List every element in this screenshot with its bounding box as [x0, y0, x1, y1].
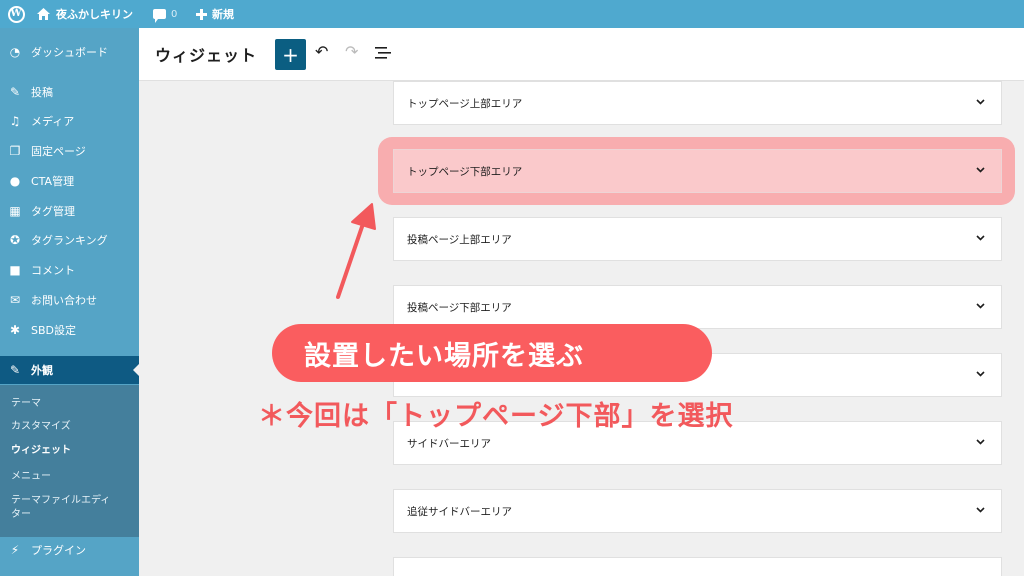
instruction-note: ＊今回は「トップページ下部」を選択: [258, 401, 734, 432]
instruction-callout: 設置したい場所を選ぶ: [272, 324, 712, 382]
annotation-arrow: [336, 203, 376, 299]
